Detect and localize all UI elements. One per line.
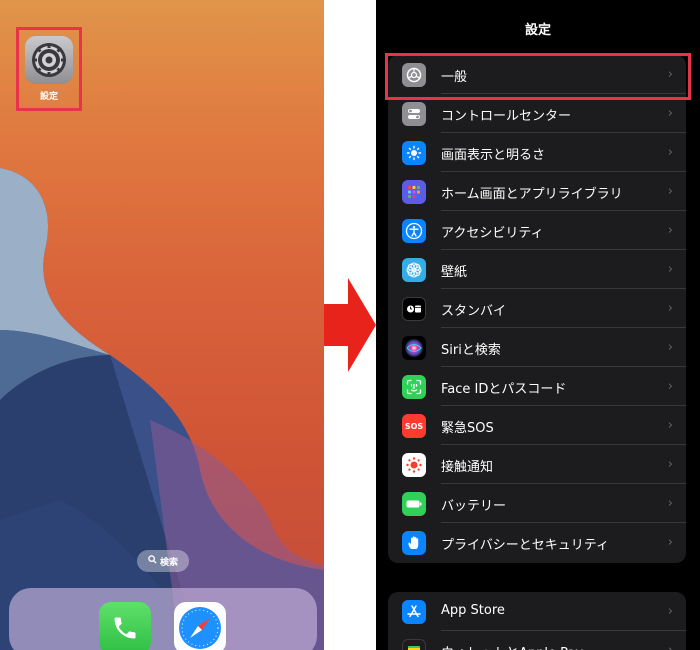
- chevron-right-icon: ›: [667, 106, 673, 121]
- search-label: 検索: [159, 557, 178, 568]
- settings-row-control-center[interactable]: コントロールセンター ›: [388, 94, 686, 133]
- row-label: Siriと検索: [441, 343, 501, 358]
- settings-group: 一般 › コントロールセンター › 画面表示と明るさ › ホーム画面とアプリライ…: [388, 55, 686, 563]
- settings-row-app-store[interactable]: App Store ›: [388, 592, 686, 631]
- safari-app[interactable]: [174, 602, 226, 650]
- row-label: プライバシーとセキュリティ: [441, 538, 609, 553]
- settings-row-emergency-sos[interactable]: SOS 緊急SOS ›: [388, 406, 686, 445]
- gear-icon: [402, 63, 426, 87]
- chevron-right-icon: ›: [667, 535, 673, 550]
- settings-row-wallet[interactable]: ウォレットとApple Pay ›: [388, 631, 686, 650]
- phone-icon: [114, 617, 136, 639]
- row-label: ホーム画面とアプリライブラリ: [441, 187, 623, 202]
- chevron-right-icon: ›: [667, 340, 673, 355]
- standby-icon: [402, 297, 426, 321]
- settings-app-label: 設定: [39, 92, 58, 102]
- chevron-right-icon: ›: [667, 184, 673, 199]
- settings-row-exposure-notifications[interactable]: 接触通知 ›: [388, 445, 686, 484]
- app-store-icon: [402, 600, 426, 624]
- chevron-right-icon: ›: [667, 301, 673, 316]
- row-label: 接触通知: [441, 460, 494, 475]
- settings-row-standby[interactable]: スタンバイ ›: [388, 289, 686, 328]
- settings-row-privacy[interactable]: プライバシーとセキュリティ ›: [388, 523, 686, 562]
- hand-icon: [402, 531, 426, 555]
- settings-app[interactable]: 設定: [16, 27, 82, 111]
- row-label: 壁紙: [441, 265, 468, 280]
- settings-row-battery[interactable]: バッテリー ›: [388, 484, 686, 523]
- row-label: スタンバイ: [441, 304, 507, 319]
- dock: [9, 588, 317, 650]
- settings-screen: 設定 一般 › コントロールセンター › 画面表示と明るさ › ホーム画面とアプ…: [376, 0, 700, 650]
- sos-text: SOS: [404, 421, 424, 431]
- chevron-right-icon: ›: [667, 604, 673, 619]
- search-icon: [148, 555, 157, 567]
- settings-row-accessibility[interactable]: アクセシビリティ ›: [388, 211, 686, 250]
- settings-group: App Store › ウォレットとApple Pay ›: [388, 592, 686, 650]
- settings-gear-icon: [25, 36, 73, 84]
- row-label: ウォレットとApple Pay: [441, 642, 583, 650]
- chevron-right-icon: ›: [667, 379, 673, 394]
- settings-row-face-id[interactable]: Face IDとパスコード ›: [388, 367, 686, 406]
- battery-icon: [402, 492, 426, 516]
- exposure-icon: [402, 453, 426, 477]
- sun-icon: [402, 141, 426, 165]
- settings-row-siri[interactable]: Siriと検索 ›: [388, 328, 686, 367]
- row-label: App Store: [441, 603, 505, 618]
- safari-icon: [179, 607, 221, 649]
- chevron-right-icon: ›: [668, 643, 673, 650]
- chevron-right-icon: ›: [667, 457, 673, 472]
- toggle-icon: [402, 102, 426, 126]
- page-title: 設定: [524, 23, 551, 38]
- settings-row-display[interactable]: 画面表示と明るさ ›: [388, 133, 686, 172]
- siri-icon: [402, 336, 426, 360]
- right-arrow-icon: [324, 278, 376, 372]
- home-screen: 設定 検索: [0, 0, 324, 650]
- search-button[interactable]: 検索: [137, 550, 189, 572]
- wallet-icon: [402, 639, 426, 650]
- settings-row-general[interactable]: 一般 ›: [388, 55, 686, 94]
- row-label: 一般: [441, 70, 468, 85]
- chevron-right-icon: ›: [667, 223, 673, 238]
- row-label: バッテリー: [441, 499, 507, 514]
- row-label: 画面表示と明るさ: [441, 148, 546, 163]
- row-label: アクセシビリティ: [441, 226, 544, 241]
- phone-app[interactable]: [99, 602, 151, 650]
- chevron-right-icon: ›: [667, 418, 673, 433]
- sos-icon: SOS: [402, 414, 426, 438]
- settings-row-wallpaper[interactable]: 壁紙 ›: [388, 250, 686, 289]
- chevron-right-icon: ›: [667, 145, 673, 160]
- row-label: 緊急SOS: [441, 421, 494, 436]
- chevron-right-icon: ›: [667, 262, 673, 277]
- face-id-icon: [402, 375, 426, 399]
- chevron-right-icon: ›: [667, 496, 673, 511]
- row-label: Face IDとパスコード: [441, 382, 567, 397]
- app-grid-icon: [402, 180, 426, 204]
- accessibility-icon: [402, 219, 426, 243]
- flower-icon: [402, 258, 426, 282]
- row-label: コントロールセンター: [441, 109, 572, 124]
- chevron-right-icon: ›: [667, 67, 673, 82]
- settings-row-home-screen[interactable]: ホーム画面とアプリライブラリ ›: [388, 172, 686, 211]
